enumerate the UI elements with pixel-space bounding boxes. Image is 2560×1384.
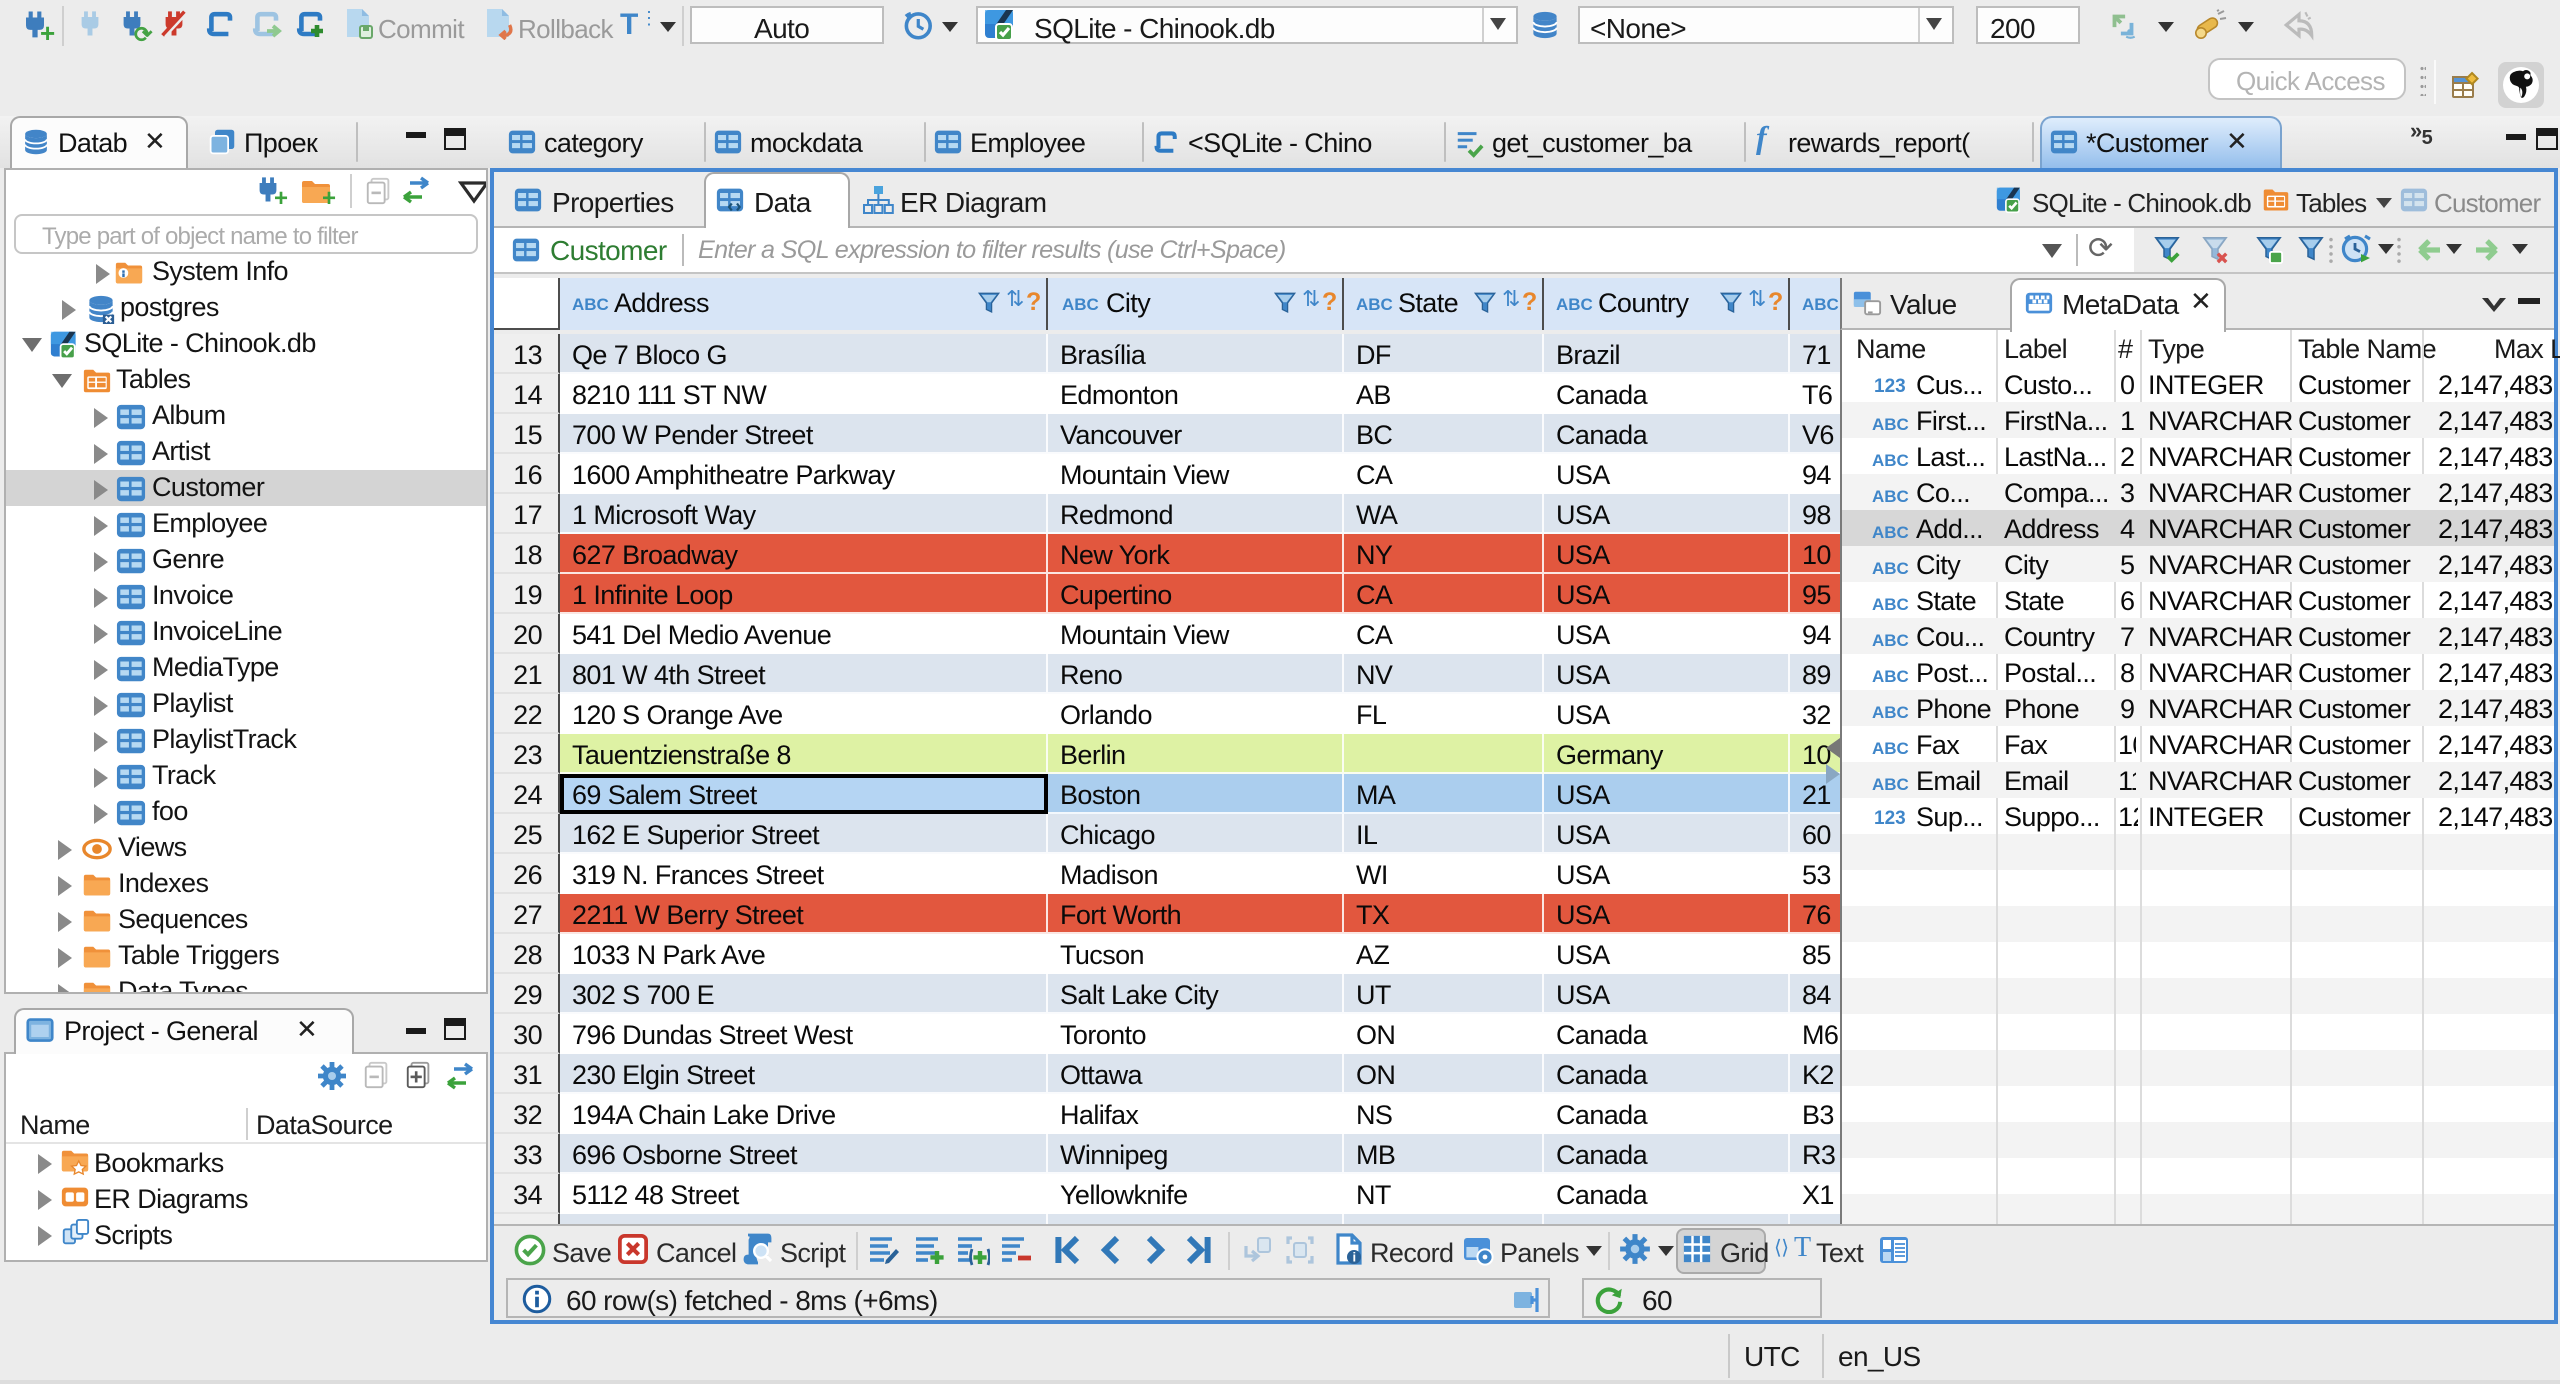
svg-text:i: i	[1352, 1250, 1355, 1265]
